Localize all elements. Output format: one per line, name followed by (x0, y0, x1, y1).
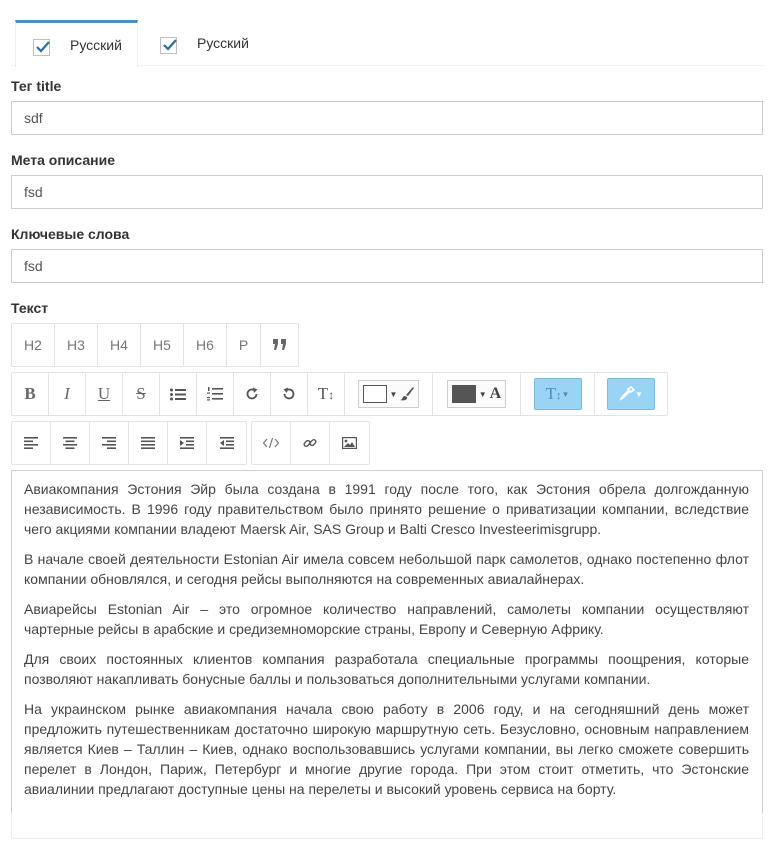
undo-button[interactable] (271, 373, 308, 415)
title-label: Тег title (11, 78, 62, 94)
insert-link-button[interactable] (291, 422, 330, 464)
text-color-swatch (451, 385, 476, 403)
underline-icon: U (97, 384, 111, 403)
unordered-list-button[interactable] (160, 373, 197, 415)
redo-button[interactable] (234, 373, 271, 415)
indent-icon (180, 437, 194, 449)
quote-button[interactable] (261, 324, 298, 366)
code-icon (263, 437, 279, 449)
tab-label: Русский (70, 37, 122, 53)
chevron-down-icon: ▼ (389, 389, 398, 399)
h6-button[interactable]: H6 (184, 324, 227, 366)
text-height-icon: T↕ (317, 384, 335, 403)
editor-paragraph: Авиакомпания Эстония Эйр была создана в … (24, 481, 749, 537)
background-color-swatch (362, 385, 387, 403)
language-tabs: Русский Русский (11, 20, 763, 67)
bold-button[interactable]: B (12, 373, 49, 415)
code-view-button[interactable] (252, 422, 291, 464)
tab-label: Русский (197, 35, 249, 51)
align-right-button[interactable] (90, 422, 129, 464)
insert-image-button[interactable] (330, 422, 369, 464)
align-center-button[interactable] (51, 422, 90, 464)
justify-icon (141, 437, 155, 449)
italic-icon: I (64, 384, 70, 403)
text-height-icon: T↕ (545, 384, 562, 403)
font-size-button[interactable]: T↕ (308, 373, 345, 415)
insert-toolbar (251, 421, 370, 465)
chevron-down-icon: ▼ (478, 389, 487, 399)
checkbox-russian-2[interactable] (160, 36, 177, 54)
indent-button[interactable] (168, 422, 207, 464)
chevron-down-icon: ▼ (635, 389, 643, 399)
outdent-button[interactable] (207, 422, 246, 464)
tab-russian-2[interactable]: Русский (159, 20, 279, 66)
italic-button[interactable]: I (49, 373, 86, 415)
ordered-list-icon (207, 387, 223, 401)
justify-button[interactable] (129, 422, 168, 464)
eyedropper-icon (619, 386, 636, 401)
ordered-list-button[interactable] (197, 373, 234, 415)
outdent-icon (219, 437, 234, 449)
undo-icon (283, 387, 295, 400)
color-picker-dropdown[interactable]: ▼ (595, 373, 667, 415)
text-editor[interactable]: Авиакомпания Эстония Эйр была создана в … (11, 470, 763, 814)
align-center-icon (63, 437, 77, 449)
editor-statusbar (11, 813, 763, 839)
align-left-icon (24, 437, 38, 449)
text-label: Текст (11, 300, 49, 316)
meta-description-label: Мета описание (11, 152, 116, 168)
background-color-button[interactable]: ▼ (345, 373, 433, 415)
bold-icon: B (24, 384, 36, 403)
image-icon (342, 437, 357, 449)
check-icon (36, 40, 50, 53)
keywords-label: Ключевые слова (11, 226, 130, 242)
strikethrough-button[interactable]: S (123, 373, 160, 415)
align-right-icon (102, 437, 116, 449)
h3-button[interactable]: H3 (55, 324, 98, 366)
keywords-input[interactable]: fsd (11, 249, 763, 283)
chevron-down-icon: ▼ (561, 389, 570, 399)
redo-icon (246, 387, 258, 400)
align-left-button[interactable] (12, 422, 51, 464)
unordered-list-icon (170, 388, 186, 400)
editor-paragraph: Для своих постоянных клиентов компания р… (24, 651, 749, 687)
font-color-icon: A (489, 385, 502, 402)
meta-description-input[interactable]: fsd (11, 175, 763, 209)
format-toolbar: B I U S T↕ ▼ ▼ A T↕ ▼ ▼ (11, 372, 668, 416)
checkbox-russian-1[interactable] (33, 38, 50, 56)
quote-icon (272, 339, 286, 350)
paint-brush-icon (400, 387, 415, 401)
editor-paragraph: В начале своей деятельности Estonian Air… (24, 551, 749, 587)
h2-button[interactable]: H2 (12, 324, 55, 366)
underline-button[interactable]: U (86, 373, 123, 415)
text-color-button[interactable]: ▼ A (433, 373, 521, 415)
font-style-dropdown[interactable]: T↕ ▼ (521, 373, 595, 415)
align-toolbar (11, 421, 247, 465)
check-icon (163, 38, 177, 51)
headings-toolbar: H2 H3 H4 H5 H6 P (11, 323, 299, 367)
editor-paragraph: Авиарейсы Estonian Air – это огромное ко… (24, 601, 749, 637)
h5-button[interactable]: H5 (141, 324, 184, 366)
link-icon (303, 438, 317, 448)
p-button[interactable]: P (227, 324, 261, 366)
h4-button[interactable]: H4 (98, 324, 141, 366)
title-input[interactable]: sdf (11, 101, 763, 135)
editor-paragraph: На украинском рынке авиакомпания начала … (24, 701, 749, 797)
tab-russian-1[interactable]: Русский (15, 20, 138, 67)
strikethrough-icon: S (136, 384, 146, 403)
